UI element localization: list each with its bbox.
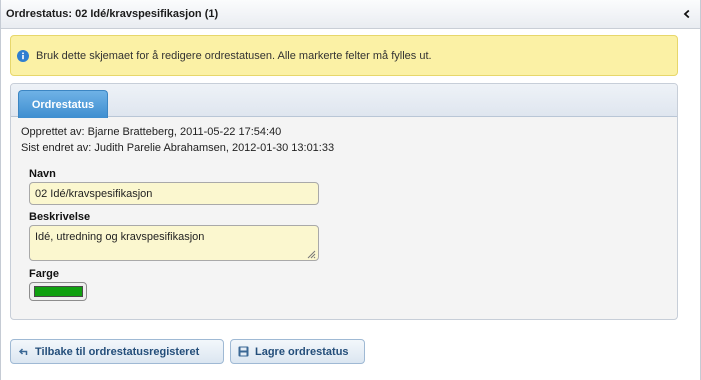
- panel-header: Ordrestatus: 02 Idé/kravspesifikasjon (1…: [1, 0, 700, 29]
- name-input[interactable]: [29, 182, 319, 205]
- tab-ordrestatus[interactable]: Ordrestatus: [18, 90, 108, 118]
- description-textarea[interactable]: Idé, utredning og kravspesifikasjon: [29, 225, 319, 261]
- chevron-left-icon[interactable]: [682, 9, 692, 19]
- order-status-panel: Ordrestatus: 02 Idé/kravspesifikasjon (1…: [0, 0, 701, 380]
- back-to-register-button[interactable]: Tilbake til ordrestatusregisteret: [10, 339, 224, 364]
- return-arrow-icon: [18, 346, 29, 357]
- created-by-text: Opprettet av: Bjarne Bratteberg, 2011-05…: [21, 126, 282, 138]
- last-changed-text: Sist endret av: Judith Parelie Abrahamse…: [21, 142, 335, 154]
- back-button-label: Tilbake til ordrestatusregisteret: [35, 345, 200, 358]
- tab-strip: Ordrestatus: [11, 84, 677, 118]
- description-label: Beskrivelse: [29, 211, 91, 223]
- info-icon: [17, 49, 29, 62]
- panel-title: Ordrestatus: 02 Idé/kravspesifikasjon (1…: [6, 8, 219, 20]
- name-label: Navn: [29, 168, 56, 180]
- info-text: Bruk dette skjemaet for å redigere ordre…: [36, 49, 432, 62]
- save-button-label: Lagre ordrestatus: [255, 345, 349, 358]
- save-order-status-button[interactable]: Lagre ordrestatus: [230, 339, 365, 364]
- color-label: Farge: [29, 268, 59, 280]
- save-disk-icon: [238, 346, 249, 357]
- color-fill: [33, 286, 83, 297]
- info-message: Bruk dette skjemaet for å redigere ordre…: [10, 35, 678, 76]
- color-picker[interactable]: [29, 282, 87, 301]
